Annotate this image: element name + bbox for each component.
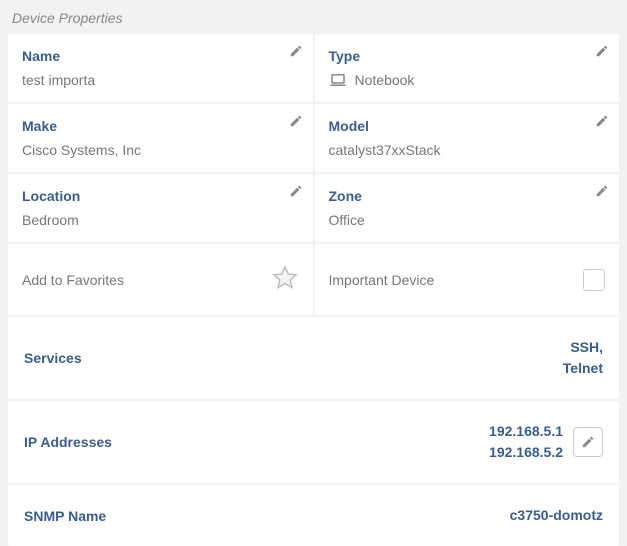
properties-container: Name test importa Type Notebook Make Cis… [0,34,627,546]
row-snmp: SNMP Name c3750-domotz [8,485,619,546]
value-ip-line1: 192.168.5.1 [489,421,563,442]
field-model: Model catalyst37xxStack [315,104,620,172]
field-zone: Zone Office [315,174,620,242]
row-services: Services SSH, Telnet [8,317,619,399]
value-make: Cisco Systems, Inc [22,142,299,158]
value-services: SSH, Telnet [563,337,603,379]
row-make-model: Make Cisco Systems, Inc Model catalyst37… [8,104,619,172]
edit-icon[interactable] [289,44,303,61]
label-make: Make [22,118,299,134]
edit-icon[interactable] [595,114,609,131]
value-ip: 192.168.5.1 192.168.5.2 [489,421,563,463]
label-model: Model [329,118,606,134]
important-checkbox[interactable] [583,269,605,291]
edit-ip-button[interactable] [573,427,603,457]
value-model: catalyst37xxStack [329,142,606,158]
label-name: Name [22,48,299,64]
edit-icon[interactable] [595,44,609,61]
label-type: Type [329,48,606,64]
label-favorites: Add to Favorites [22,272,124,288]
field-make: Make Cisco Systems, Inc [8,104,313,172]
label-ip: IP Addresses [24,434,112,450]
label-snmp: SNMP Name [24,508,106,524]
row-name-type: Name test importa Type Notebook [8,34,619,102]
star-icon[interactable] [271,264,299,295]
edit-icon[interactable] [595,184,609,201]
field-name: Name test importa [8,34,313,102]
value-zone: Office [329,212,606,228]
field-important: Important Device [315,244,620,315]
label-location: Location [22,188,299,204]
edit-icon[interactable] [289,184,303,201]
field-favorites: Add to Favorites [8,244,313,315]
label-important: Important Device [329,272,435,288]
label-zone: Zone [329,188,606,204]
ip-right-group: 192.168.5.1 192.168.5.2 [489,421,603,463]
section-title: Device Properties [0,0,627,34]
field-type: Type Notebook [315,34,620,102]
laptop-icon [329,73,347,87]
edit-icon[interactable] [289,114,303,131]
value-snmp: c3750-domotz [510,505,603,526]
row-location-zone: Location Bedroom Zone Office [8,174,619,242]
value-name: test importa [22,72,299,88]
row-favorites-important: Add to Favorites Important Device [8,244,619,315]
label-services: Services [24,350,82,366]
value-ip-line2: 192.168.5.2 [489,442,563,463]
field-location: Location Bedroom [8,174,313,242]
row-ip: IP Addresses 192.168.5.1 192.168.5.2 [8,401,619,483]
value-location: Bedroom [22,212,299,228]
value-type: Notebook [329,72,606,88]
value-type-text: Notebook [355,72,415,88]
